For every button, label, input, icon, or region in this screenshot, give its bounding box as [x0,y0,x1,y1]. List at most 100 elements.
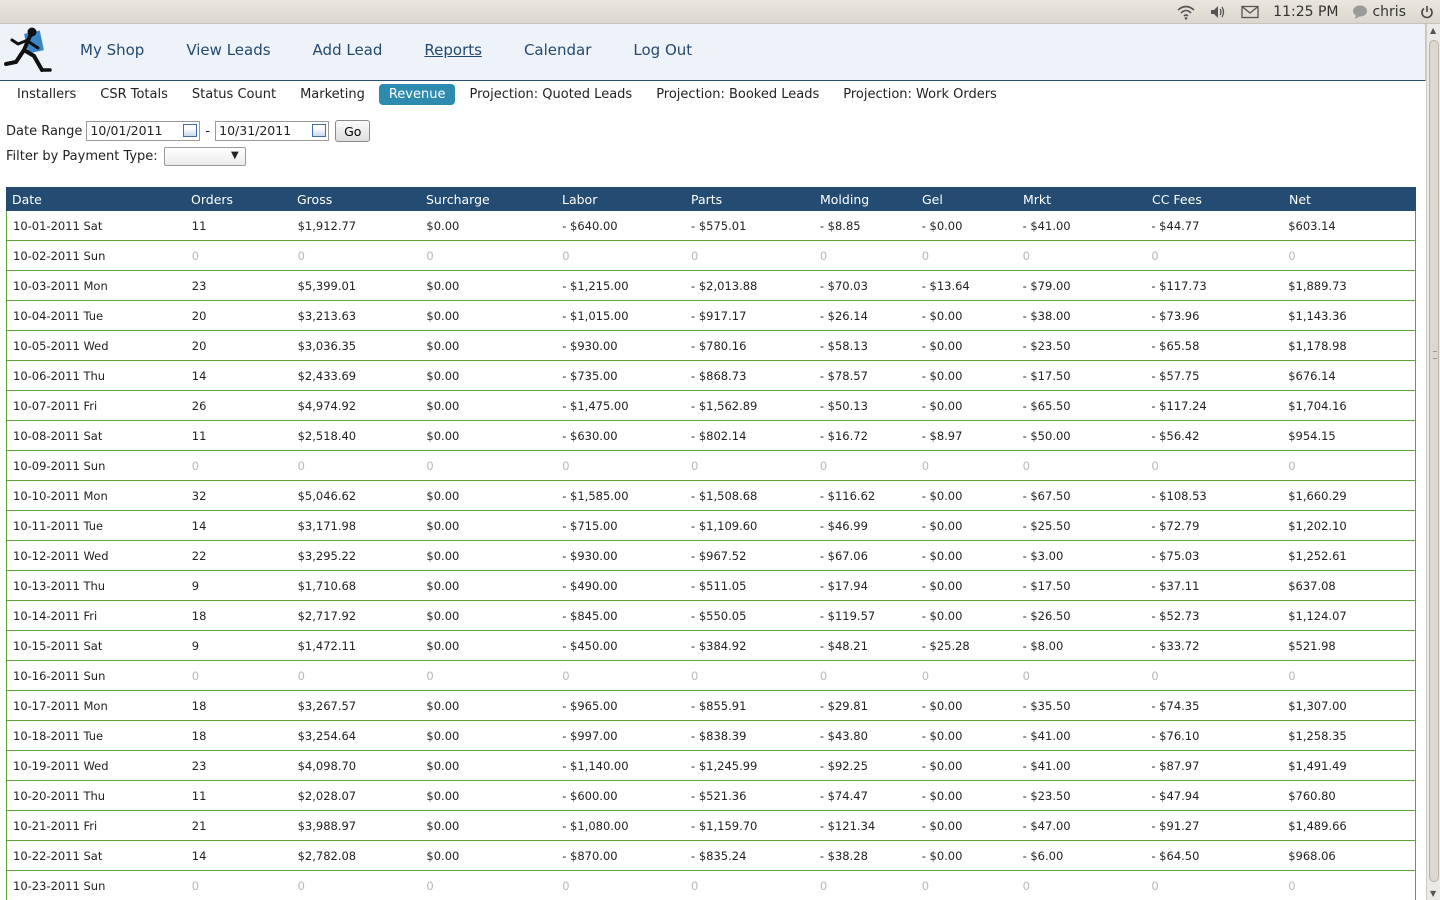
cell-molding: 0 [819,668,828,683]
cell-gross: $3,295.22 [297,548,357,563]
column-header-date[interactable]: Date [6,192,185,207]
column-header-molding[interactable]: Molding [814,192,916,207]
cell-net: $1,252.61 [1288,548,1347,563]
cell-surcharge: $0.00 [426,398,460,413]
cell-surcharge: $0.00 [426,788,460,803]
nav-reports[interactable]: Reports [424,41,482,59]
tab-projection-quoted-leads[interactable]: Projection: Quoted Leads [459,84,642,105]
column-header-gross[interactable]: Gross [291,192,420,207]
cell-net: $1,491.49 [1288,758,1347,773]
table-header: Date Orders Gross Surcharge Labor Parts Moldin… [6,187,1416,211]
table-row: 10-15-2011 Sat 9 $1,472.11 $0.00 - $450.00 - … [6,631,1416,661]
nav-calendar[interactable]: Calendar [524,41,591,59]
cell-orders: 18 [191,608,207,623]
cell-orders: 0 [191,458,200,473]
cell-molding: - $67.06 [819,548,868,563]
cell-molding: - $121.34 [819,818,876,833]
vertical-scrollbar[interactable]: ▲ ▼ [1426,24,1440,900]
clock-time[interactable]: 11:25 PM [1273,4,1338,20]
cell-labor: - $997.00 [562,728,618,743]
cell-orders: 11 [191,428,207,443]
cell-orders: 14 [191,368,207,383]
cell-mrkt: - $23.50 [1022,788,1071,803]
table-row: 10-18-2011 Tue 18 $3,254.64 $0.00 - $997.00 -… [6,721,1416,751]
column-header-mrkt[interactable]: Mrkt [1017,192,1146,207]
column-header-cc-fees[interactable]: CC Fees [1146,192,1283,207]
volume-icon[interactable] [1209,4,1227,20]
tab-installers[interactable]: Installers [7,84,86,105]
tab-projection-booked-leads[interactable]: Projection: Booked Leads [646,84,829,105]
cell-gel: 0 [921,668,930,683]
calendar-icon[interactable] [312,124,327,137]
running-man-logo-icon[interactable] [4,26,52,76]
cell-date: 10-13-2011 Thu [13,578,106,593]
cell-gross: $4,974.92 [297,398,357,413]
cell-parts: - $868.73 [691,368,747,383]
cell-parts: 0 [691,248,699,263]
mail-icon[interactable] [1241,5,1259,19]
table-row: 10-12-2011 Wed 22 $3,295.22 $0.00 - $930.00 -… [6,541,1416,571]
nav-log-out[interactable]: Log Out [633,41,692,59]
payment-type-select[interactable]: ▼ [163,146,246,166]
cell-cc-fees: - $108.53 [1151,488,1207,503]
cell-labor: - $1,140.00 [562,758,629,773]
power-icon[interactable] [1420,5,1434,19]
nav-my-shop[interactable]: My Shop [80,41,144,59]
end-date-input[interactable]: 10/31/2011 [215,121,330,141]
cell-gross: 0 [297,248,305,263]
cell-mrkt: - $41.00 [1022,758,1071,773]
cell-net: $1,489.66 [1288,818,1347,833]
cell-labor: - $1,215.00 [562,278,629,293]
tab-csr-totals[interactable]: CSR Totals [90,84,178,105]
tab-projection-work-orders[interactable]: Projection: Work Orders [833,84,1007,105]
cell-parts: - $780.16 [691,338,747,353]
cell-gel: - $8.97 [921,428,963,443]
cell-labor: - $715.00 [562,518,618,533]
cell-labor: - $640.00 [562,218,618,233]
go-button[interactable]: Go [335,120,371,142]
table-body: 10-01-2011 Sat 11 $1,912.77 $0.00 - $640.00 -… [6,211,1416,900]
cell-gel: 0 [921,458,930,473]
column-header-surcharge[interactable]: Surcharge [420,192,556,207]
cell-net: $676.14 [1288,368,1336,383]
cell-parts: - $511.05 [691,578,747,593]
table-row: 10-01-2011 Sat 11 $1,912.77 $0.00 - $640.00 -… [6,211,1416,241]
cell-surcharge: $0.00 [426,548,460,563]
cell-gross: $2,028.07 [297,788,357,803]
cell-mrkt: - $26.50 [1022,608,1071,623]
nav-add-lead[interactable]: Add Lead [313,41,383,59]
cell-gel: - $0.00 [921,608,963,623]
scroll-up-icon[interactable]: ▲ [1430,26,1436,35]
cell-date: 10-16-2011 Sun [13,668,106,683]
scrollbar-thumb[interactable] [1429,40,1439,882]
column-header-parts[interactable]: Parts [685,192,814,207]
column-header-net[interactable]: Net [1283,192,1416,207]
cell-mrkt: - $50.00 [1022,428,1071,443]
start-date-input[interactable]: 10/01/2011 [86,121,201,141]
cell-surcharge: $0.00 [426,428,460,443]
cell-cc-fees: - $56.42 [1151,428,1200,443]
wifi-icon[interactable] [1177,4,1195,20]
cell-surcharge: $0.00 [426,578,460,593]
cell-surcharge: $0.00 [426,698,460,713]
column-header-labor[interactable]: Labor [556,192,685,207]
tab-status-count[interactable]: Status Count [182,84,286,105]
chat-icon[interactable] [1352,4,1368,20]
cell-orders: 0 [191,668,200,683]
user-name[interactable]: chris [1372,4,1406,20]
cell-date: 10-17-2011 Mon [13,698,108,713]
column-header-orders[interactable]: Orders [185,192,291,207]
scroll-down-icon[interactable]: ▼ [1430,889,1436,898]
tab-revenue[interactable]: Revenue [378,83,456,105]
cell-parts: - $550.05 [691,608,747,623]
column-header-gel[interactable]: Gel [916,192,1017,207]
cell-cc-fees: - $75.03 [1151,548,1200,563]
cell-parts: - $855.91 [691,698,747,713]
cell-gross: $2,717.92 [297,608,357,623]
calendar-icon[interactable] [183,124,198,137]
tab-marketing[interactable]: Marketing [290,84,375,105]
cell-surcharge: $0.00 [426,758,460,773]
cell-cc-fees: - $52.73 [1151,608,1200,623]
nav-view-leads[interactable]: View Leads [186,41,270,59]
cell-date: 10-09-2011 Sun [13,458,106,473]
